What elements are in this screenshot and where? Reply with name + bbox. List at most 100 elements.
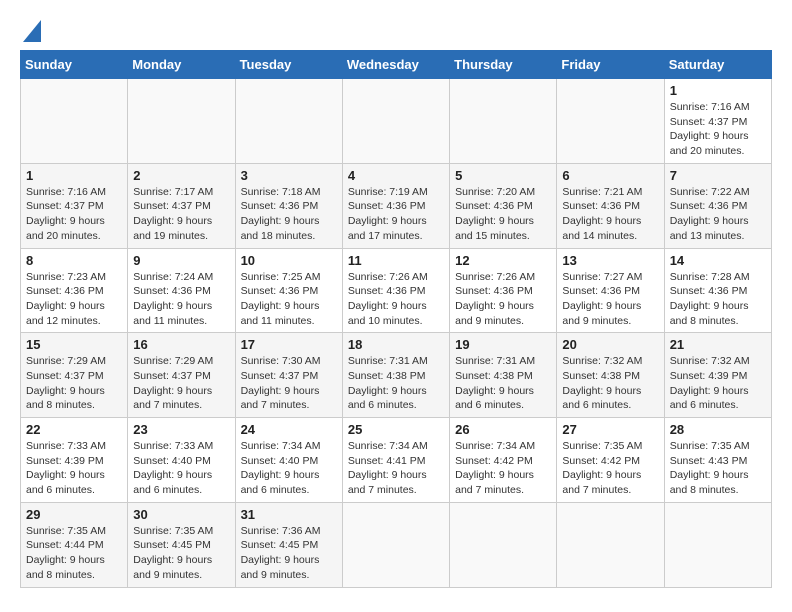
day-number: 18 xyxy=(348,337,444,352)
day-info: Sunrise: 7:23 AM Sunset: 4:36 PM Dayligh… xyxy=(26,270,122,329)
day-info: Sunrise: 7:36 AM Sunset: 4:45 PM Dayligh… xyxy=(241,524,337,583)
calendar-cell: 17 Sunrise: 7:30 AM Sunset: 4:37 PM Dayli… xyxy=(235,333,342,418)
day-info: Sunrise: 7:26 AM Sunset: 4:36 PM Dayligh… xyxy=(455,270,551,329)
calendar-cell: 6 Sunrise: 7:21 AM Sunset: 4:36 PM Daylig… xyxy=(557,163,664,248)
calendar-day-header: Saturday xyxy=(664,51,771,79)
day-number: 24 xyxy=(241,422,337,437)
calendar-week-row: 1Sunrise: 7:16 AM Sunset: 4:37 PM Daylig… xyxy=(21,79,772,164)
day-info: Sunrise: 7:19 AM Sunset: 4:36 PM Dayligh… xyxy=(348,185,444,244)
day-number: 31 xyxy=(241,507,337,522)
day-number: 23 xyxy=(133,422,229,437)
calendar-week-row: 29 Sunrise: 7:35 AM Sunset: 4:44 PM Dayli… xyxy=(21,502,772,587)
calendar-cell: 20 Sunrise: 7:32 AM Sunset: 4:38 PM Dayli… xyxy=(557,333,664,418)
day-info: Sunrise: 7:27 AM Sunset: 4:36 PM Dayligh… xyxy=(562,270,658,329)
calendar-week-row: 1 Sunrise: 7:16 AM Sunset: 4:37 PM Daylig… xyxy=(21,163,772,248)
calendar-cell: 11Sunrise: 7:26 AM Sunset: 4:36 PM Dayli… xyxy=(342,248,449,333)
day-info: Sunrise: 7:21 AM Sunset: 4:36 PM Dayligh… xyxy=(562,185,658,244)
calendar-cell xyxy=(128,79,235,164)
calendar-header-row: SundayMondayTuesdayWednesdayThursdayFrid… xyxy=(21,51,772,79)
day-number: 17 xyxy=(241,337,337,352)
calendar-cell: 22Sunrise: 7:33 AM Sunset: 4:39 PM Dayli… xyxy=(21,418,128,503)
calendar-cell: 27Sunrise: 7:35 AM Sunset: 4:42 PM Dayli… xyxy=(557,418,664,503)
day-info: Sunrise: 7:32 AM Sunset: 4:39 PM Dayligh… xyxy=(670,354,766,413)
calendar-cell: 15 Sunrise: 7:29 AM Sunset: 4:37 PM Dayli… xyxy=(21,333,128,418)
calendar-day-header: Friday xyxy=(557,51,664,79)
calendar-cell: 4 Sunrise: 7:19 AM Sunset: 4:36 PM Daylig… xyxy=(342,163,449,248)
calendar-cell: 1 Sunrise: 7:16 AM Sunset: 4:37 PM Daylig… xyxy=(21,163,128,248)
day-info: Sunrise: 7:34 AM Sunset: 4:40 PM Dayligh… xyxy=(241,439,337,498)
calendar-cell: 24 Sunrise: 7:34 AM Sunset: 4:40 PM Dayli… xyxy=(235,418,342,503)
calendar-cell: 1Sunrise: 7:16 AM Sunset: 4:37 PM Daylig… xyxy=(664,79,771,164)
calendar-table: SundayMondayTuesdayWednesdayThursdayFrid… xyxy=(20,50,772,588)
day-number: 7 xyxy=(670,168,766,183)
day-number: 26 xyxy=(455,422,551,437)
logo xyxy=(20,20,41,40)
day-number: 11 xyxy=(348,253,444,268)
day-info: Sunrise: 7:25 AM Sunset: 4:36 PM Dayligh… xyxy=(241,270,337,329)
day-info: Sunrise: 7:17 AM Sunset: 4:37 PM Dayligh… xyxy=(133,185,229,244)
calendar-cell xyxy=(557,502,664,587)
day-number: 9 xyxy=(133,253,229,268)
day-number: 13 xyxy=(562,253,658,268)
day-info: Sunrise: 7:34 AM Sunset: 4:42 PM Dayligh… xyxy=(455,439,551,498)
day-number: 30 xyxy=(133,507,229,522)
calendar-day-header: Sunday xyxy=(21,51,128,79)
day-info: Sunrise: 7:18 AM Sunset: 4:36 PM Dayligh… xyxy=(241,185,337,244)
day-number: 14 xyxy=(670,253,766,268)
calendar-cell: 10 Sunrise: 7:25 AM Sunset: 4:36 PM Dayli… xyxy=(235,248,342,333)
day-number: 1 xyxy=(670,83,766,98)
day-info: Sunrise: 7:31 AM Sunset: 4:38 PM Dayligh… xyxy=(455,354,551,413)
day-info: Sunrise: 7:35 AM Sunset: 4:43 PM Dayligh… xyxy=(670,439,766,498)
day-number: 20 xyxy=(562,337,658,352)
calendar-day-header: Monday xyxy=(128,51,235,79)
day-info: Sunrise: 7:35 AM Sunset: 4:45 PM Dayligh… xyxy=(133,524,229,583)
day-info: Sunrise: 7:29 AM Sunset: 4:37 PM Dayligh… xyxy=(26,354,122,413)
calendar-day-header: Wednesday xyxy=(342,51,449,79)
calendar-cell: 21 Sunrise: 7:32 AM Sunset: 4:39 PM Dayli… xyxy=(664,333,771,418)
day-info: Sunrise: 7:16 AM Sunset: 4:37 PM Dayligh… xyxy=(26,185,122,244)
calendar-week-row: 22Sunrise: 7:33 AM Sunset: 4:39 PM Dayli… xyxy=(21,418,772,503)
day-number: 4 xyxy=(348,168,444,183)
day-info: Sunrise: 7:35 AM Sunset: 4:44 PM Dayligh… xyxy=(26,524,122,583)
calendar-cell: 14 Sunrise: 7:28 AM Sunset: 4:36 PM Dayli… xyxy=(664,248,771,333)
day-info: Sunrise: 7:22 AM Sunset: 4:36 PM Dayligh… xyxy=(670,185,766,244)
calendar-cell: 12Sunrise: 7:26 AM Sunset: 4:36 PM Dayli… xyxy=(450,248,557,333)
day-info: Sunrise: 7:32 AM Sunset: 4:38 PM Dayligh… xyxy=(562,354,658,413)
page-header xyxy=(20,20,772,40)
day-info: Sunrise: 7:34 AM Sunset: 4:41 PM Dayligh… xyxy=(348,439,444,498)
day-number: 2 xyxy=(133,168,229,183)
calendar-cell: 8Sunrise: 7:23 AM Sunset: 4:36 PM Daylig… xyxy=(21,248,128,333)
day-number: 15 xyxy=(26,337,122,352)
calendar-cell: 31 Sunrise: 7:36 AM Sunset: 4:45 PM Dayli… xyxy=(235,502,342,587)
day-number: 10 xyxy=(241,253,337,268)
day-info: Sunrise: 7:30 AM Sunset: 4:37 PM Dayligh… xyxy=(241,354,337,413)
calendar-cell: 23Sunrise: 7:33 AM Sunset: 4:40 PM Dayli… xyxy=(128,418,235,503)
calendar-day-header: Tuesday xyxy=(235,51,342,79)
day-number: 21 xyxy=(670,337,766,352)
calendar-cell: 30 Sunrise: 7:35 AM Sunset: 4:45 PM Dayli… xyxy=(128,502,235,587)
calendar-cell: 18 Sunrise: 7:31 AM Sunset: 4:38 PM Dayli… xyxy=(342,333,449,418)
calendar-cell: 7 Sunrise: 7:22 AM Sunset: 4:36 PM Daylig… xyxy=(664,163,771,248)
day-number: 1 xyxy=(26,168,122,183)
day-info: Sunrise: 7:28 AM Sunset: 4:36 PM Dayligh… xyxy=(670,270,766,329)
day-number: 22 xyxy=(26,422,122,437)
calendar-cell: 13 Sunrise: 7:27 AM Sunset: 4:36 PM Dayli… xyxy=(557,248,664,333)
calendar-cell xyxy=(235,79,342,164)
calendar-week-row: 8Sunrise: 7:23 AM Sunset: 4:36 PM Daylig… xyxy=(21,248,772,333)
day-number: 29 xyxy=(26,507,122,522)
calendar-cell: 2 Sunrise: 7:17 AM Sunset: 4:37 PM Daylig… xyxy=(128,163,235,248)
calendar-cell: 3Sunrise: 7:18 AM Sunset: 4:36 PM Daylig… xyxy=(235,163,342,248)
calendar-week-row: 15 Sunrise: 7:29 AM Sunset: 4:37 PM Dayli… xyxy=(21,333,772,418)
calendar-cell: 28 Sunrise: 7:35 AM Sunset: 4:43 PM Dayli… xyxy=(664,418,771,503)
calendar-day-header: Thursday xyxy=(450,51,557,79)
day-number: 28 xyxy=(670,422,766,437)
day-number: 6 xyxy=(562,168,658,183)
calendar-cell: 16Sunrise: 7:29 AM Sunset: 4:37 PM Dayli… xyxy=(128,333,235,418)
day-info: Sunrise: 7:35 AM Sunset: 4:42 PM Dayligh… xyxy=(562,439,658,498)
calendar-cell: 5Sunrise: 7:20 AM Sunset: 4:36 PM Daylig… xyxy=(450,163,557,248)
calendar-cell xyxy=(450,79,557,164)
calendar-cell xyxy=(450,502,557,587)
day-info: Sunrise: 7:31 AM Sunset: 4:38 PM Dayligh… xyxy=(348,354,444,413)
calendar-cell xyxy=(664,502,771,587)
calendar-cell: 25Sunrise: 7:34 AM Sunset: 4:41 PM Dayli… xyxy=(342,418,449,503)
